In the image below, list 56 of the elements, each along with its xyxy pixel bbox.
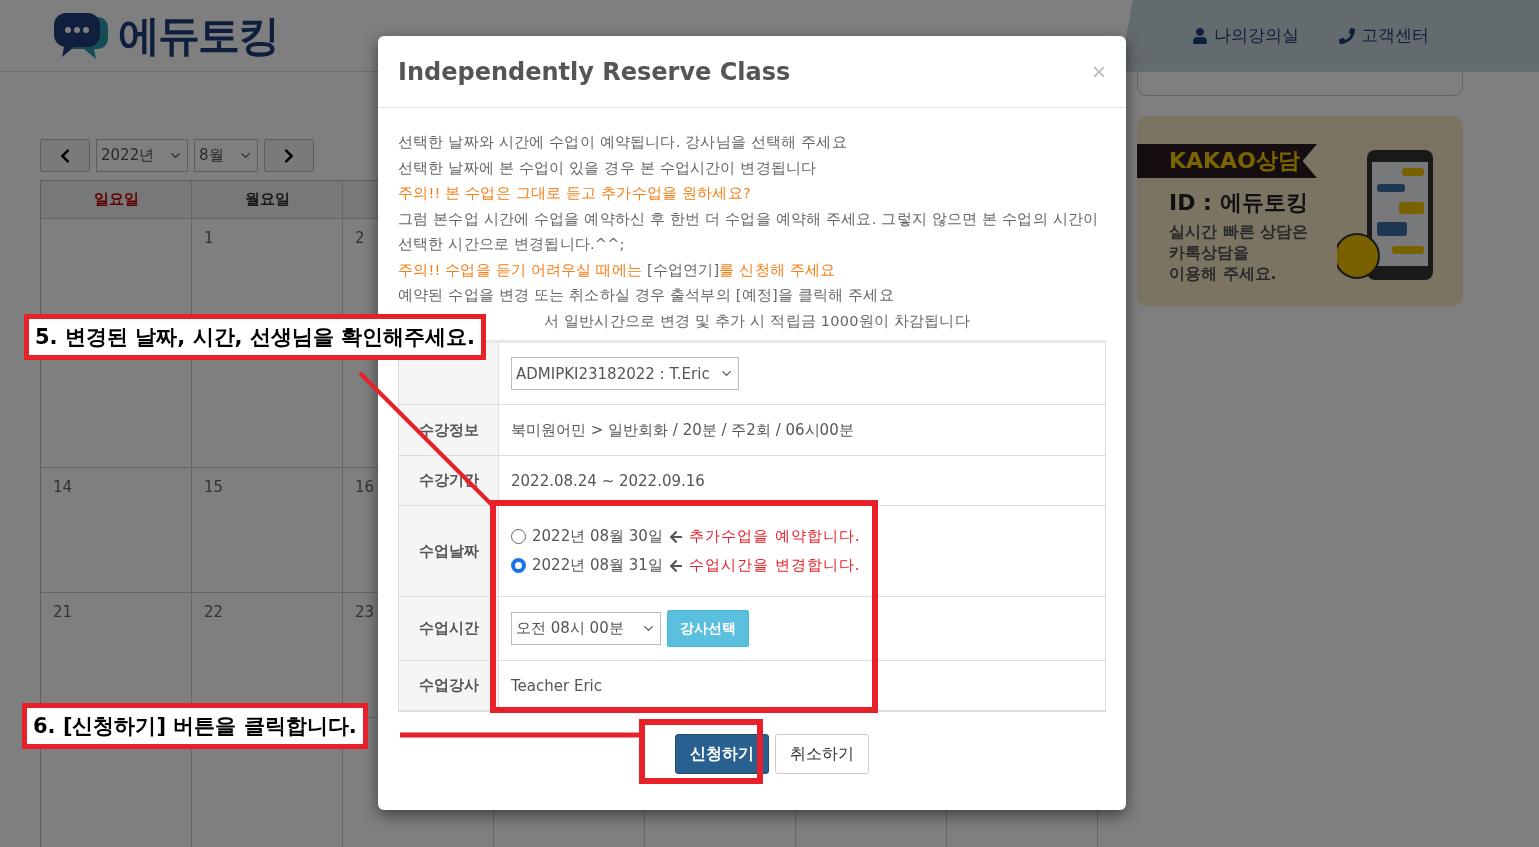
calendar-cell[interactable]: 14 [41, 468, 192, 593]
calendar-cell[interactable]: 15 [192, 468, 343, 593]
day-number: 23 [355, 603, 375, 621]
row-label: 수업강사 [399, 661, 499, 710]
user-icon [1192, 27, 1208, 44]
header-link[interactable]: 고객센터 [1339, 24, 1429, 47]
day-number: 16 [355, 478, 375, 496]
date-note: 추가수업을 예약합니다. [688, 527, 861, 546]
radio-button[interactable] [511, 558, 526, 573]
arrow-left-icon [668, 558, 683, 573]
time-select[interactable]: 오전 08시 00분 [511, 612, 661, 645]
banner-message: 실시간 빠른 상담은 카톡상담을 이용해 주세요. [1169, 222, 1310, 285]
year-select[interactable]: 2022년 [96, 139, 188, 172]
radio-button[interactable] [511, 529, 526, 544]
speech-bubbles-logo-icon [52, 10, 110, 61]
banner-id: ID : 에듀토킹 [1169, 189, 1309, 217]
row-value: Teacher Eric [511, 676, 602, 695]
logo-text: 에듀토킹 [118, 9, 278, 62]
date-label: 2022년 08월 30일 [532, 527, 663, 546]
day-number: 2 [355, 229, 365, 247]
row-value: 2022.08.24 ~ 2022.09.16 [511, 471, 705, 490]
notice-text: 그럼 본수업 시간에 수업을 예약하신 후 한번 더 수업을 예약해 주세요. 그렇지 않으면 본 수업의 시간이 선택한 시간으로 변경됩니다.^^; [398, 209, 1100, 254]
day-number: 22 [204, 603, 224, 621]
day-number: 15 [204, 478, 224, 496]
date-label: 2022년 08월 31일 [532, 556, 663, 575]
dialog-title: Independently Reserve Class [398, 57, 791, 86]
notice-text: 선택한 날짜와 시간에 수업이 예약됩니다. 강사님을 선택해 주세요 [398, 133, 848, 152]
course-select[interactable]: ADMIPKI23182022 : T.Eric [511, 357, 739, 390]
weekday-header: 일요일 [41, 181, 192, 219]
callout-label: 6. [신청하기] 버튼을 클릭합니다. [22, 703, 368, 749]
arrow-left-icon [668, 529, 683, 544]
weekday-header: 월요일 [192, 181, 343, 219]
header-link[interactable]: 나의강의실 [1192, 24, 1299, 47]
apply-button[interactable]: 신청하기 [675, 734, 769, 774]
day-number: 14 [53, 478, 73, 496]
select-teacher-button[interactable]: 강사선택 [667, 610, 749, 647]
banner-badge: KAKAO상담 [1137, 144, 1317, 178]
prev-month-button[interactable] [40, 139, 90, 172]
row-label: 수강정보 [399, 405, 499, 455]
callout-label: 5. 변경된 날짜, 시간, 선생님을 확인해주세요. [24, 314, 487, 360]
close-button[interactable]: × [1092, 57, 1106, 86]
row-value: 북미원어민 > 일반회화 / 20분 / 주2회 / 06시00분 [511, 420, 854, 440]
phone-icon [1339, 27, 1355, 44]
notice-text: 주의!! 본 수업은 그대로 듣고 추가수업을 원하세요? [398, 184, 752, 203]
row-label: 수업날짜 [399, 506, 499, 596]
notice-text: 주의!! 수업을 듣기 어려우실 때에는 [수업연기]를 신청해 주세요 [398, 260, 837, 280]
notice-text: 서 일반시간으로 변경 및 추가 시 적립금 1000원이 차감됩니다 [543, 311, 971, 331]
next-month-button[interactable] [264, 139, 314, 172]
date-note: 수업시간을 변경합니다. [688, 556, 861, 575]
row-label: 수업시간 [399, 597, 499, 660]
day-number: 1 [204, 229, 214, 247]
notice-text: 예약된 수업을 변경 또는 취소하실 경우 출석부의 [예정]을 클릭해 주세요 [398, 286, 895, 305]
cancel-button[interactable]: 취소하기 [775, 734, 869, 774]
notice-text: 선택한 날짜에 본 수업이 있을 경우 본 수업시간이 변경됩니다 [398, 158, 818, 178]
month-select[interactable]: 8월 [194, 139, 258, 172]
day-number: 21 [53, 603, 73, 621]
